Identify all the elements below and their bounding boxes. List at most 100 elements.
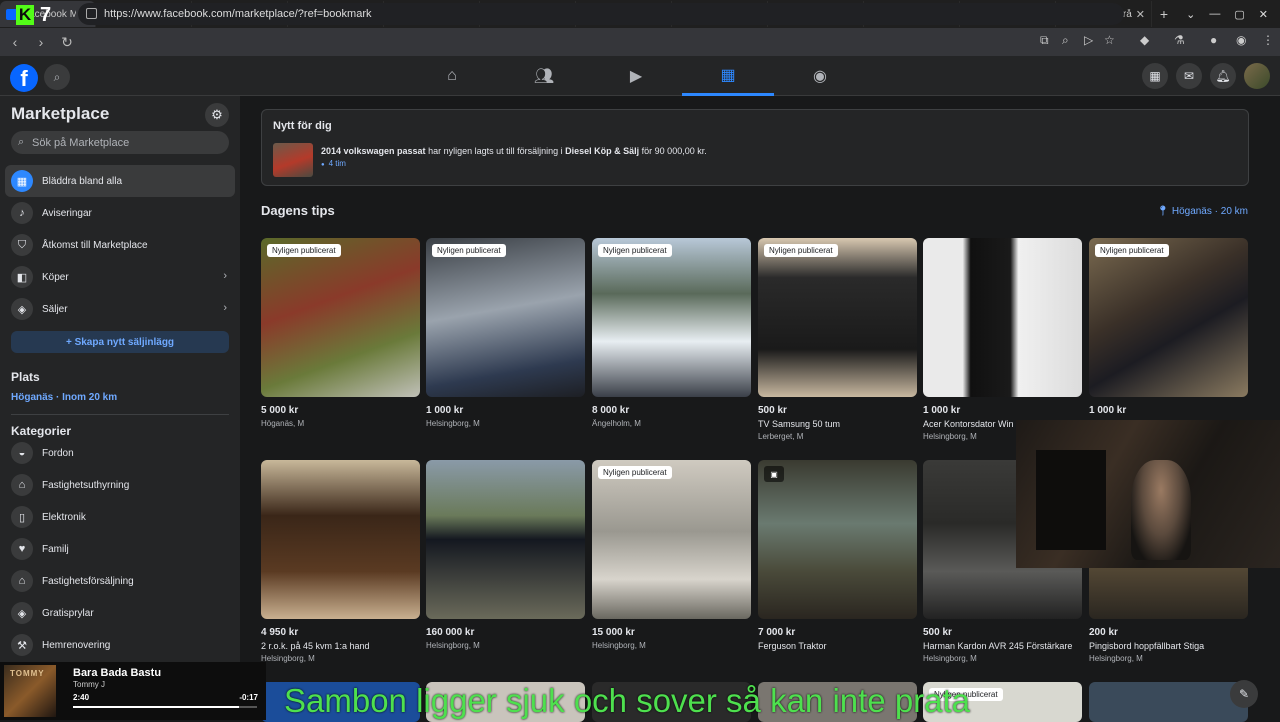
location-filter-link[interactable]: Höganäs · Inom 20 km [11,392,117,403]
sidebar-item[interactable]: ♪ Aviseringar [5,197,235,229]
kick-badge: K 7 [16,4,56,26]
tips-location-link[interactable]: 📍︎ Höganäs · 20 km [1156,206,1248,217]
new-tab-icon[interactable]: + [1152,6,1176,22]
close-window-icon[interactable]: ✕ [1259,8,1268,21]
friends-icon[interactable]: 👥︎ [498,56,590,96]
notifications-icon[interactable]: 🔔︎ [1210,63,1236,89]
listing-price: 4 950 kr [261,627,299,638]
listing-title: Harman Kardon AVR 245 Förstärkare [923,641,1073,651]
sidebar-item[interactable]: ◈ Säljer › [5,293,235,325]
category-item[interactable]: ▯ Elektronik [5,501,235,533]
listing-location: Helsingborg, M [923,654,977,663]
listing-location: Ängelholm, M [592,419,641,428]
facebook-logo-icon[interactable]: f [10,64,38,92]
listing-card[interactable]: Nyligen publicerat 15 000 kr Helsingborg, … [592,460,751,650]
listing-card[interactable]: Nyligen publicerat 500 kr TV Samsung 50 tu… [758,238,917,441]
minimize-icon[interactable]: — [1209,8,1220,20]
listing-image[interactable]: Nyligen publicerat [592,460,751,619]
divider [11,414,229,415]
listing-card[interactable]: 4 950 kr 2 r.o.k. på 45 kvm 1:a hand Helsi… [261,460,420,663]
extension-icon[interactable]: ◆ [1140,33,1149,47]
listing-image[interactable] [1089,682,1248,722]
listing-image[interactable]: Nyligen publicerat [758,238,917,397]
extension2-icon[interactable]: ● [1210,33,1217,47]
messenger-icon[interactable]: ✉ [1176,63,1202,89]
listing-location: Helsingborg, M [426,641,480,650]
listing-image[interactable] [261,460,420,619]
track-title: Bara Bada Bastu [73,667,162,679]
listing-price: 160 000 kr [426,627,475,638]
category-item[interactable]: ◒ Fordon [5,437,235,469]
menu-icon[interactable]: ⋮ [1262,33,1274,47]
listing-image[interactable]: Nyligen publicerat [261,238,420,397]
sidebar-item[interactable]: ▦ Bläddra bland alla [5,165,235,197]
recently-published-badge: Nyligen publicerat [598,466,672,479]
maximize-icon[interactable]: ▢ [1234,8,1244,21]
listing-card[interactable]: Nyligen publicerat 5 000 kr Höganäs, M [261,238,420,428]
window-controls: ⌄ — ▢ ✕ [1186,0,1280,28]
sidebar-item-label: Säljer [42,303,68,315]
sidebar-item[interactable]: ◧ Köper › [5,261,235,293]
create-listing-button[interactable]: + Skapa nytt säljinlägg [11,331,229,353]
zoom-icon[interactable]: ⌕ [1062,33,1069,48]
forward-icon[interactable]: › [30,34,52,50]
webcam-overlay [1016,420,1280,568]
tips-location-text: Höganäs · 20 km [1171,206,1248,217]
sidebar-item[interactable]: ⛉ Åtkomst till Marketplace [5,229,235,261]
back-icon[interactable]: ‹ [4,34,26,50]
track-remaining-time: -0:17 [239,693,258,702]
category-label: Familj [42,543,69,555]
tag-icon: ◈ [11,298,33,320]
video-icon[interactable]: ▶ [590,56,682,96]
listing-card[interactable] [1089,682,1248,722]
new-message-icon[interactable]: ✎ [1230,680,1258,708]
listing-card[interactable]: Nyligen publicerat 1 000 kr [1089,238,1248,416]
home-icon[interactable]: ⌂ [406,56,498,96]
sidebar-item-label: Bläddra bland alla [42,175,123,187]
lab-icon[interactable]: ⚗ [1174,33,1185,47]
account-avatar[interactable] [1244,63,1270,89]
listing-card[interactable]: ▣ 7 000 kr Ferguson Traktor [758,460,917,651]
listing-image[interactable]: ▣ [758,460,917,619]
listing-price: 1 000 kr [426,405,464,416]
category-item[interactable]: ⌂ Fastighetsuthyrning [5,469,235,501]
category-label: Fastighetsförsäljning [42,575,134,587]
listing-image[interactable]: Nyligen publicerat [592,238,751,397]
new-for-you-box[interactable]: Nytt för dig 2014 volkswagen passat har … [261,109,1249,186]
tab-list-icon[interactable]: ⌄ [1186,8,1195,21]
send-icon[interactable]: ▷ [1084,33,1093,47]
tab-close-icon[interactable]: ✕ [1136,8,1145,21]
marketplace-icon[interactable]: ▦ [682,56,774,96]
category-item[interactable]: ♥ Familj [5,533,235,565]
recently-published-badge: Nyligen publicerat [764,244,838,257]
gear-icon[interactable]: ⚙ [205,103,229,127]
listing-image[interactable]: Nyligen publicerat [426,238,585,397]
listing-image[interactable] [923,238,1082,397]
listing-location: Lerberget, M [758,432,804,441]
listing-title: TV Samsung 50 tum [758,419,841,429]
bookmark-icon[interactable]: ☆ [1104,33,1115,47]
profile-icon[interactable]: ◉ [1236,33,1246,47]
menu-grid-icon[interactable]: ▦ [1142,63,1168,89]
url-input[interactable]: https://www.facebook.com/marketplace/?re… [78,3,1124,25]
search-input[interactable]: ⌕ Sök på Marketplace [11,131,229,154]
category-label: Hemrenovering [42,639,111,651]
category-item[interactable]: ◈ Gratisprylar [5,597,235,629]
gaming-icon[interactable]: ◉ [774,56,866,96]
category-item[interactable]: ⚒ Hemrenovering [5,629,235,661]
cast-icon[interactable]: ⧉ [1040,33,1049,48]
listing-price: 200 kr [1089,627,1118,638]
listing-image[interactable]: Nyligen publicerat [1089,238,1248,397]
listing-title: Pingisbord hoppfällbart Stiga [1089,641,1205,651]
search-icon[interactable]: ⌕ [44,64,70,90]
listing-card[interactable]: Nyligen publicerat 1 000 kr Helsingborg, M [426,238,585,428]
category-label: Elektronik [42,511,86,523]
reload-icon[interactable]: ↻ [56,34,78,51]
listing-location: Höganäs, M [261,419,305,428]
listing-card[interactable]: 160 000 kr Helsingborg, M [426,460,585,650]
listing-card[interactable]: 1 000 kr Acer Kontorsdator Win Helsingborg… [923,238,1082,441]
site-info-icon[interactable] [86,8,97,19]
category-item[interactable]: ⌂ Fastighetsförsäljning [5,565,235,597]
listing-card[interactable]: Nyligen publicerat 8 000 kr Ängelholm, M [592,238,751,428]
listing-image[interactable] [426,460,585,619]
